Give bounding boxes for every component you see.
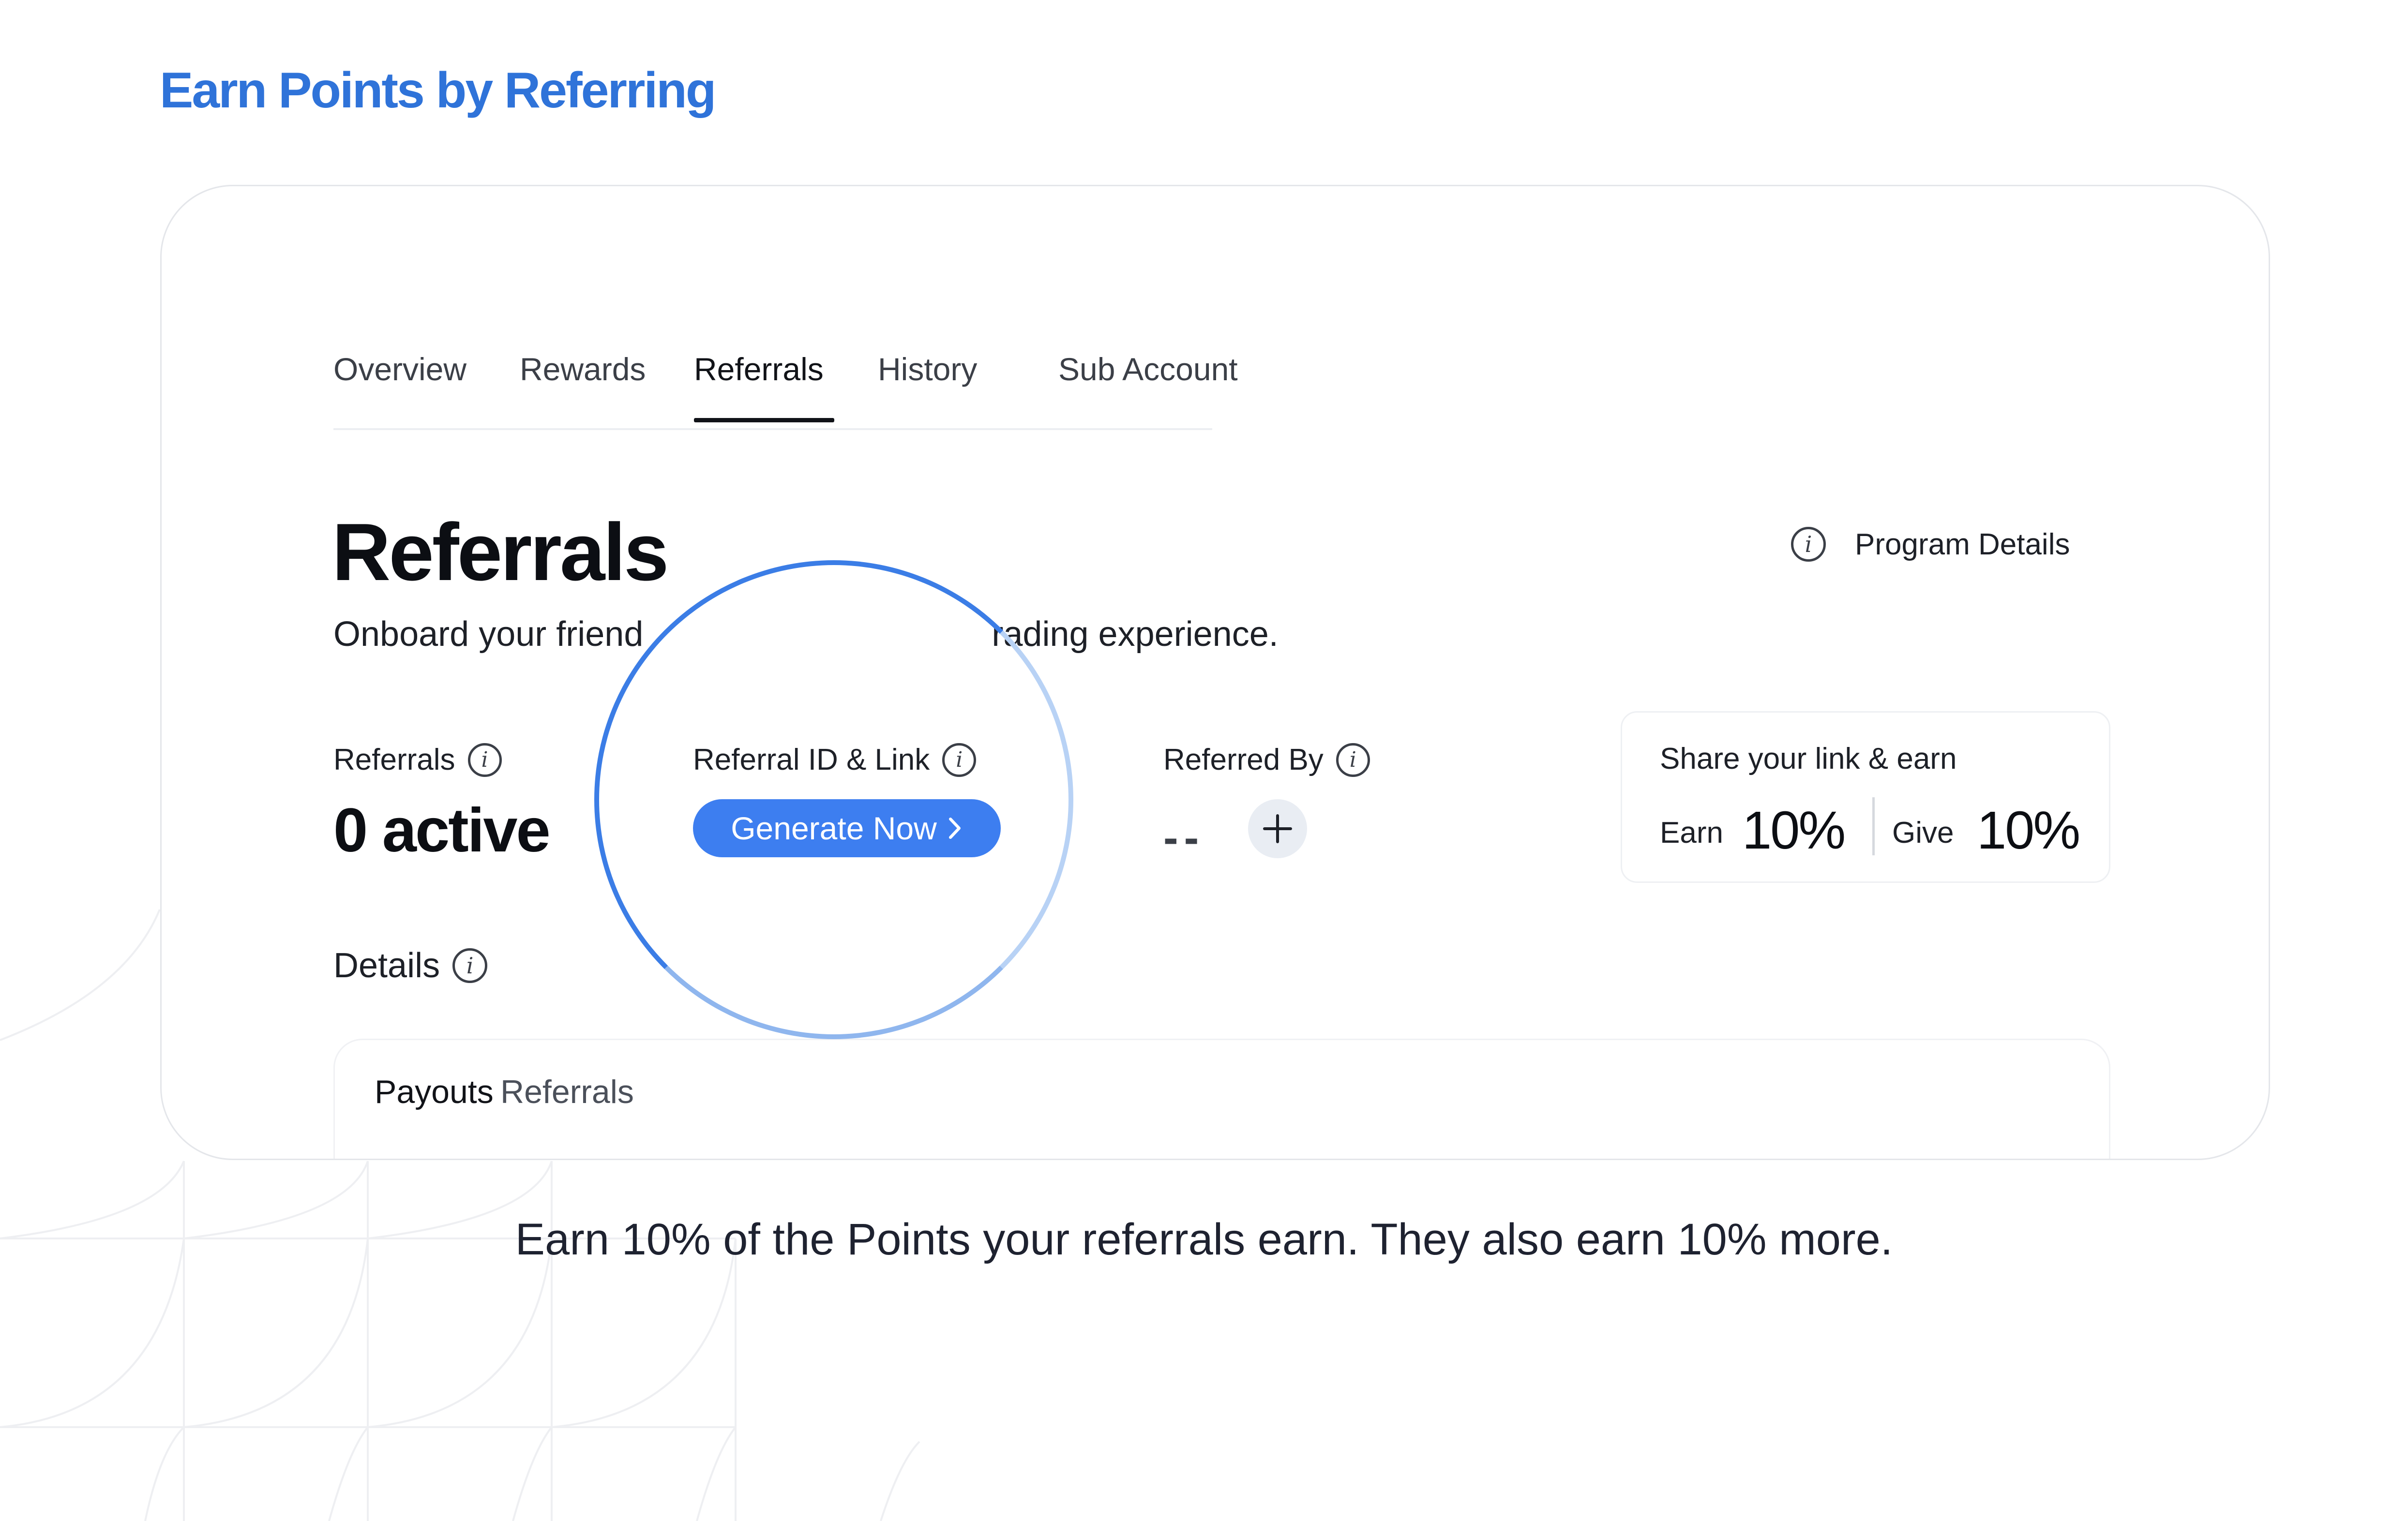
referrals-label: Referrals [333, 743, 455, 776]
referral-id-label-row: Referral ID & Link i [693, 743, 977, 777]
referred-by-label: Referred By [1163, 743, 1324, 776]
page-title: Referrals [332, 507, 669, 597]
referrals-card: Overview Rewards Referrals History Sub A… [160, 185, 2270, 1160]
active-tab-indicator [694, 418, 834, 422]
share-divider [1872, 797, 1875, 855]
tab-overview[interactable]: Overview [333, 351, 467, 388]
share-title: Share your link & earn [1660, 742, 1957, 775]
referrals-stat-label: Referrals i [333, 743, 502, 777]
subtitle-end: rading experience. [992, 615, 1279, 654]
referred-by-label-row: Referred By i [1163, 743, 1370, 777]
info-icon[interactable]: i [452, 948, 488, 983]
program-details-label: Program Details [1855, 527, 2070, 561]
info-icon[interactable]: i [467, 743, 502, 777]
tab-bar: Overview Rewards Referrals History Sub A… [333, 346, 1238, 430]
details-panel: Payouts Referrals [333, 1039, 2110, 1159]
plus-icon [1263, 814, 1292, 843]
earn-label: Earn [1660, 816, 1723, 850]
share-earn-box: Share your link & earn Earn 10% Give 10% [1621, 711, 2110, 883]
subtitle-start: Onboard your friend [333, 615, 644, 654]
add-referrer-button[interactable] [1248, 799, 1307, 858]
page-subtitle: Onboard your friend rading experience. [333, 614, 1279, 654]
footer-caption: Earn 10% of the Points your referrals ea… [515, 1215, 1893, 1264]
page-headline: Earn Points by Referring [160, 62, 716, 119]
subtab-payouts[interactable]: Payouts [375, 1073, 494, 1111]
generate-now-label: Generate Now [731, 810, 937, 846]
tab-sub-account[interactable]: Sub Account [1058, 351, 1238, 388]
tab-referrals[interactable]: Referrals [694, 351, 824, 388]
program-details-link[interactable]: i Program Details [1791, 515, 2070, 573]
give-label: Give [1892, 816, 1954, 850]
referred-by-value: -- [1163, 813, 1205, 863]
referrals-count: 0 active [333, 796, 551, 865]
subtab-referrals[interactable]: Referrals [500, 1073, 634, 1111]
info-icon: i [1791, 527, 1826, 562]
tab-rewards[interactable]: Rewards [520, 351, 646, 388]
info-icon[interactable]: i [1336, 743, 1370, 777]
details-label: Details [333, 946, 440, 985]
tab-history[interactable]: History [878, 351, 977, 388]
referral-id-label: Referral ID & Link [693, 743, 930, 776]
chevron-right-icon [948, 818, 961, 839]
give-value: 10% [1977, 801, 2080, 860]
info-icon[interactable]: i [942, 743, 977, 777]
details-label-row: Details i [333, 946, 488, 985]
earn-value: 10% [1742, 801, 1846, 860]
generate-now-button[interactable]: Generate Now [693, 799, 1001, 857]
